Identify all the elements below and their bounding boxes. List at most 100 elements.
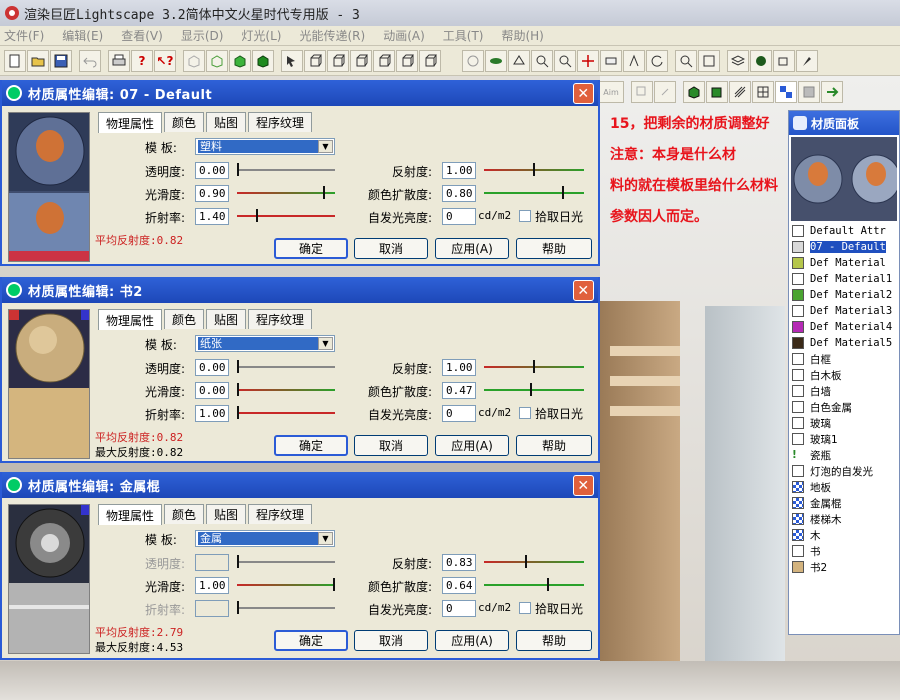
tab-texture[interactable]: 贴图 — [206, 112, 247, 132]
menu-light[interactable]: 灯光(L) — [241, 27, 281, 44]
material-list-item[interactable]: Def Material3 — [789, 303, 899, 319]
chevron-down-icon[interactable]: ▼ — [318, 337, 333, 350]
value-slider[interactable] — [237, 406, 335, 420]
close-icon[interactable]: ✕ — [573, 280, 594, 301]
zoom-extents-icon[interactable] — [698, 49, 720, 72]
luminance-field[interactable]: 0 — [442, 208, 476, 225]
slider-thumb[interactable] — [237, 383, 239, 396]
slider-thumb[interactable] — [547, 578, 549, 591]
value-slider[interactable] — [484, 383, 584, 397]
undo-icon[interactable] — [79, 49, 101, 72]
zoom-icon[interactable] — [554, 49, 576, 72]
material-list-item[interactable]: 楼梯木 — [789, 511, 899, 527]
material-list-item[interactable]: 地板 — [789, 479, 899, 495]
menu-view[interactable]: 查看(V) — [121, 27, 163, 44]
print-icon[interactable] — [108, 49, 130, 72]
dialog-titlebar[interactable]: 材质属性编辑: 07 - Default ✕ — [2, 80, 598, 106]
smoothness-field[interactable]: 0.90 — [195, 185, 229, 202]
move-icon[interactable] — [577, 49, 599, 72]
slider-thumb[interactable] — [533, 163, 535, 176]
help-icon[interactable]: ? — [131, 49, 153, 72]
material-list-item[interactable]: 玻璃1 — [789, 431, 899, 447]
copy-icon[interactable] — [631, 81, 653, 103]
close-icon[interactable]: ✕ — [573, 475, 594, 496]
material-list-item[interactable]: 玻璃 — [789, 415, 899, 431]
transparency-field[interactable]: 0.00 — [195, 359, 229, 376]
luminance-field[interactable]: 0 — [442, 405, 476, 422]
tab-physical[interactable]: 物理属性 — [98, 112, 163, 133]
material-list-item[interactable]: 书 — [789, 543, 899, 559]
value-slider[interactable] — [237, 186, 335, 200]
color-bleed-field[interactable]: 0.80 — [442, 185, 476, 202]
save-icon[interactable] — [50, 49, 72, 72]
orbit-icon[interactable] — [485, 49, 507, 72]
box-view-5-icon[interactable] — [396, 49, 418, 72]
tab-texture[interactable]: 贴图 — [206, 309, 247, 329]
zoom-plus-icon[interactable] — [531, 49, 553, 72]
material-panel-title[interactable]: 材质面板 — [789, 111, 899, 135]
context-help-icon[interactable]: ↖? — [154, 49, 176, 72]
green-arrow-box-icon[interactable] — [706, 81, 728, 103]
tab-physical[interactable]: 物理属性 — [98, 309, 163, 330]
cube-shaded-icon[interactable] — [252, 49, 274, 72]
checker-box-icon[interactable] — [775, 81, 797, 103]
chevron-down-icon[interactable]: ▼ — [318, 532, 333, 545]
ok-button[interactable]: 确定 — [274, 435, 348, 456]
apply-button[interactable]: 应用(A) — [435, 238, 509, 259]
stripe-box-icon[interactable] — [729, 81, 751, 103]
slider-thumb[interactable] — [530, 383, 532, 396]
material-list-item[interactable]: ! 瓷瓶 — [789, 447, 899, 463]
color-bleed-field[interactable]: 0.64 — [442, 577, 476, 594]
chevron-down-icon[interactable]: ▼ — [318, 140, 333, 153]
luminaires-icon[interactable] — [796, 49, 818, 72]
daylight-checkbox[interactable] — [519, 407, 531, 419]
refraction-field[interactable]: 1.40 — [195, 208, 229, 225]
materials-icon[interactable] — [750, 49, 772, 72]
walk-icon[interactable] — [623, 49, 645, 72]
pan-view-icon[interactable] — [508, 49, 530, 72]
slider-thumb[interactable] — [533, 360, 535, 373]
reflectance-field[interactable]: 1.00 — [442, 162, 476, 179]
rotate-icon[interactable] — [646, 49, 668, 72]
slider-thumb[interactable] — [525, 555, 527, 568]
tab-color[interactable]: 颜色 — [164, 504, 205, 524]
menu-file[interactable]: 文件(F) — [4, 27, 44, 44]
slider-thumb[interactable] — [333, 578, 335, 591]
help-button[interactable]: 帮助 — [516, 238, 592, 259]
tab-physical[interactable]: 物理属性 — [98, 504, 163, 525]
select-icon[interactable] — [281, 49, 303, 72]
menu-animation[interactable]: 动画(A) — [383, 27, 425, 44]
help-button[interactable]: 帮助 — [516, 435, 592, 456]
box-view-2-icon[interactable] — [327, 49, 349, 72]
template-select[interactable]: 金属 ▼ — [195, 530, 335, 547]
tab-procedural[interactable]: 程序纹理 — [248, 504, 313, 524]
template-select[interactable]: 纸张 ▼ — [195, 335, 335, 352]
smoothness-field[interactable]: 1.00 — [195, 577, 229, 594]
box-view-4-icon[interactable] — [373, 49, 395, 72]
menu-edit[interactable]: 编辑(E) — [62, 27, 103, 44]
grid-box-icon[interactable] — [752, 81, 774, 103]
daylight-checkbox[interactable] — [519, 602, 531, 614]
paste-icon[interactable] — [654, 81, 676, 103]
help-button[interactable]: 帮助 — [516, 630, 592, 651]
material-list-item[interactable]: Def Material5 — [789, 335, 899, 351]
value-slider[interactable] — [484, 186, 584, 200]
refraction-field[interactable]: 1.00 — [195, 405, 229, 422]
tab-procedural[interactable]: 程序纹理 — [248, 309, 313, 329]
material-list-item[interactable]: 白色金属 — [789, 399, 899, 415]
aim-icon[interactable]: Aim — [598, 81, 624, 103]
zoom-window-icon[interactable] — [675, 49, 697, 72]
material-list-item[interactable]: 金属棍 — [789, 495, 899, 511]
ok-button[interactable]: 确定 — [274, 630, 348, 651]
cancel-button[interactable]: 取消 — [354, 238, 428, 259]
material-list-item[interactable]: Default Attr — [789, 223, 899, 239]
box-view-3-icon[interactable] — [350, 49, 372, 72]
material-list-item[interactable]: Def Material2 — [789, 287, 899, 303]
material-list-item[interactable]: 白框 — [789, 351, 899, 367]
cancel-button[interactable]: 取消 — [354, 630, 428, 651]
ok-button[interactable]: 确定 — [274, 238, 348, 259]
slider-thumb[interactable] — [323, 186, 325, 199]
green-arrow-icon[interactable] — [821, 81, 843, 103]
value-slider[interactable] — [484, 360, 584, 374]
value-slider[interactable] — [237, 383, 335, 397]
